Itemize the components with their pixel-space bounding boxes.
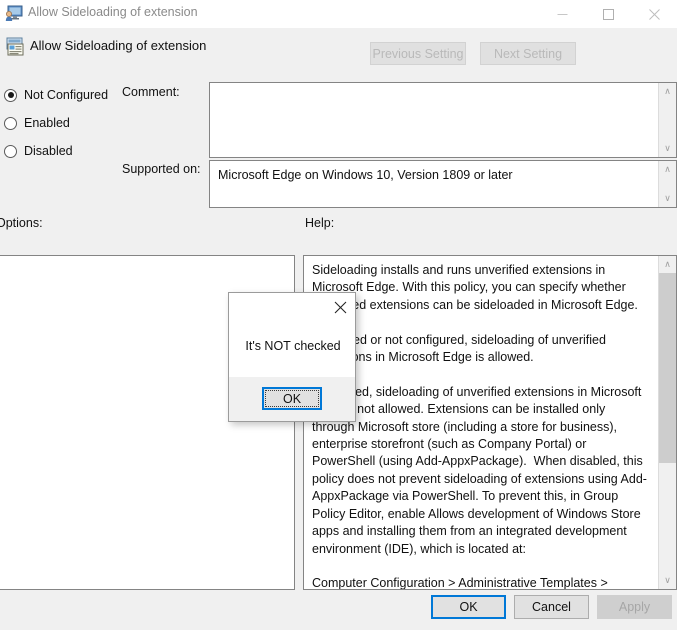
radio-label-enabled: Enabled	[24, 116, 70, 130]
comment-value	[210, 83, 658, 157]
cancel-button[interactable]: Cancel	[514, 595, 589, 619]
radio-label-not-configured: Not Configured	[24, 88, 109, 102]
radio-mark-not-configured	[4, 88, 17, 102]
scroll-down-icon[interactable]: ∨	[659, 190, 676, 207]
supported-on-scrollbar[interactable]: ∧ ∨	[658, 161, 676, 207]
scroll-up-icon[interactable]: ∧	[659, 83, 676, 100]
policy-computer-icon	[5, 5, 23, 22]
scroll-up-icon[interactable]: ∧	[659, 256, 676, 273]
next-setting-button[interactable]: Next Setting	[480, 42, 576, 65]
dialog-footer: OK	[229, 377, 355, 421]
title-bar: Allow Sideloading of extension	[0, 0, 677, 28]
close-icon[interactable]	[631, 0, 677, 28]
radio-label-disabled: Disabled	[24, 144, 73, 158]
radio-enabled[interactable]: Enabled	[4, 114, 70, 132]
help-label: Help:	[305, 216, 335, 230]
radio-mark-enabled	[4, 116, 17, 130]
comment-label: Comment:	[122, 85, 180, 99]
dialog-ok-button[interactable]: OK	[262, 387, 322, 410]
dialog-ok-label: OK	[282, 391, 302, 406]
comment-scrollbar[interactable]: ∧ ∨	[658, 83, 676, 157]
help-scrollbar-thumb[interactable]	[659, 273, 676, 463]
message-dialog: It's NOT checked OK	[228, 292, 356, 422]
supported-on-label: Supported on:	[122, 162, 201, 176]
scroll-down-icon[interactable]: ∨	[659, 572, 676, 589]
radio-not-configured[interactable]: Not Configured	[4, 86, 108, 104]
apply-button[interactable]: Apply	[597, 595, 672, 619]
policy-setting-icon	[6, 37, 25, 56]
help-text: Sideloading installs and runs unverified…	[312, 263, 647, 589]
supported-on-field[interactable]: Microsoft Edge on Windows 10, Version 18…	[209, 160, 677, 208]
ok-button[interactable]: OK	[431, 595, 506, 619]
setting-title: Allow Sideloading of extension	[30, 38, 207, 53]
dialog-message: It's NOT checked	[245, 339, 341, 353]
help-panel[interactable]: Sideloading installs and runs unverified…	[303, 255, 677, 590]
comment-field[interactable]: ∧ ∨	[209, 82, 677, 158]
dialog-close-icon[interactable]	[327, 295, 353, 319]
help-scrollbar[interactable]: ∧ ∨	[658, 256, 676, 589]
options-content	[0, 256, 294, 268]
window-title: Allow Sideloading of extension	[28, 5, 198, 19]
scroll-down-icon[interactable]: ∨	[659, 140, 676, 157]
options-label: Options:	[0, 216, 43, 230]
supported-on-value: Microsoft Edge on Windows 10, Version 18…	[218, 168, 513, 182]
maximize-button[interactable]	[585, 0, 631, 28]
minimize-button[interactable]	[539, 0, 585, 28]
scroll-up-icon[interactable]: ∧	[659, 161, 676, 178]
previous-setting-button[interactable]: Previous Setting	[370, 42, 466, 65]
radio-disabled[interactable]: Disabled	[4, 142, 73, 160]
radio-mark-disabled	[4, 144, 17, 158]
group-policy-setting-window: Allow Sideloading of extension Allow Sid…	[0, 0, 677, 630]
